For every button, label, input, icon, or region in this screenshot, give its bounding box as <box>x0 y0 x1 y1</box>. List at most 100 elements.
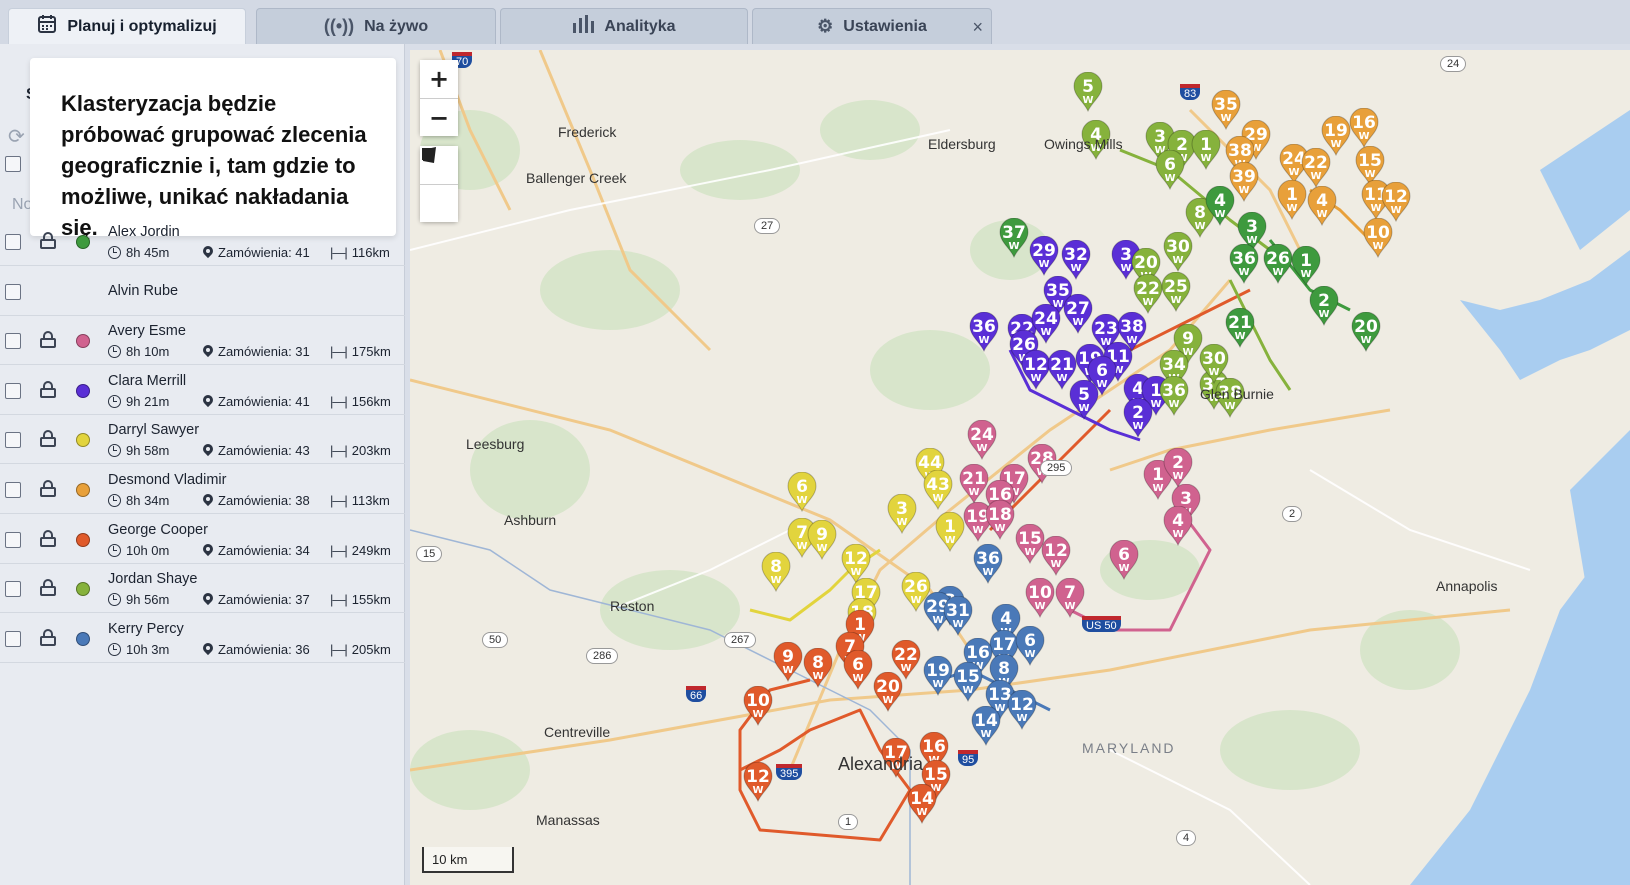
route-stop-marker[interactable]: 1W <box>1190 130 1222 170</box>
distance-value: 156km <box>351 393 391 409</box>
route-stop-marker[interactable]: 10 W <box>742 686 774 726</box>
lock-icon[interactable] <box>40 380 56 398</box>
route-stop-marker[interactable]: 36 W <box>972 544 1004 584</box>
zoom-out-button[interactable]: − <box>420 98 458 136</box>
driver-row[interactable]: Alex Jordin 8h 45m Zamówienia: 41 |—| 116km <box>0 216 405 266</box>
tab-plan[interactable]: Planuj i optymalizuj <box>8 8 246 44</box>
tab-settings[interactable]: ⚙ Ustawienia × <box>752 8 992 44</box>
route-stop-marker[interactable]: 8W <box>802 648 834 688</box>
route-stop-marker[interactable]: 36 W <box>968 312 1000 352</box>
marker-sub: W <box>1034 601 1046 612</box>
driver-row[interactable]: Avery Esme 8h 10m Zamówienia: 31 |—| 175km <box>0 315 405 366</box>
route-stop-marker[interactable]: 6W <box>842 650 874 690</box>
route-stop-marker[interactable]: 1W <box>1290 246 1322 286</box>
driver-checkbox[interactable] <box>5 581 21 598</box>
route-stop-marker[interactable]: 10 W <box>1362 218 1394 258</box>
route-stop-marker[interactable]: 12 W <box>742 762 774 802</box>
route-stop-marker[interactable]: 29 W <box>1028 236 1060 276</box>
route-stop-marker[interactable]: 8W <box>760 552 792 592</box>
route-stop-marker[interactable]: 2W <box>1308 286 1340 326</box>
route-stop-marker[interactable]: 4W <box>1204 186 1236 226</box>
driver-checkbox[interactable] <box>5 630 21 647</box>
route-stop-marker[interactable]: 9W <box>772 642 804 682</box>
close-icon[interactable]: × <box>972 17 983 38</box>
route-stop-marker[interactable]: 30 W <box>1198 344 1230 384</box>
driver-checkbox[interactable] <box>5 531 21 548</box>
route-stop-marker[interactable]: 12 W <box>1040 536 1072 576</box>
route-map[interactable]: 5W4W3W2W1W6W35W29W38W19W16W15W39W24W22W1… <box>410 50 1630 885</box>
driver-checkbox[interactable] <box>5 234 21 250</box>
driver-row[interactable]: Desmond Vladimir 8h 34m Zamówienia: 38 |—| 1… <box>0 464 405 514</box>
route-stop-marker[interactable]: 21 W <box>1224 308 1256 348</box>
route-stop-marker[interactable]: 31 W <box>942 596 974 636</box>
orders-value: Zamówienia: 38 <box>218 493 310 508</box>
route-stop-marker[interactable]: 12 W <box>1380 182 1412 222</box>
route-stop-marker[interactable]: 4W <box>1162 506 1194 546</box>
refresh-icon[interactable]: ⟳ <box>8 124 25 149</box>
route-stop-marker[interactable]: 1W <box>934 512 966 552</box>
route-stop-marker[interactable]: 14 W <box>906 784 938 824</box>
route-stop-marker[interactable]: 19W <box>922 656 954 696</box>
route-stop-marker[interactable]: 14 W <box>970 706 1002 746</box>
draw-rectangle-button[interactable] <box>420 148 458 222</box>
tab-live[interactable]: ((•)) Na żywo <box>256 8 496 44</box>
driver-checkbox[interactable] <box>5 333 21 350</box>
driver-orders: Zamówienia: 41 <box>203 394 310 409</box>
route-stop-marker[interactable]: 16W <box>1348 108 1380 148</box>
driver-row[interactable]: Alvin Rube <box>0 266 405 316</box>
route-stop-marker[interactable]: 1W <box>1276 180 1308 220</box>
lock-icon[interactable] <box>40 331 56 349</box>
driver-distance: |—| 113km <box>330 493 390 508</box>
lock-icon[interactable] <box>40 480 56 497</box>
route-stop-marker[interactable]: 15 W <box>952 662 984 702</box>
route-stop-marker[interactable]: 25 W <box>1160 272 1192 312</box>
marker-sub: W <box>816 543 828 554</box>
route-stop-marker[interactable]: 5W <box>1072 72 1104 112</box>
marker-sub: W <box>952 619 964 630</box>
route-stop-marker[interactable]: 6W <box>786 472 818 512</box>
route-stop-marker[interactable]: 4W <box>1306 186 1338 226</box>
route-stop-marker[interactable]: 2W <box>1162 448 1194 488</box>
route-stop-marker[interactable]: 36 W <box>1228 244 1260 284</box>
driver-row[interactable]: George Cooper 10h 0m Zamówienia: 34 |—| 249k… <box>0 514 405 564</box>
lock-icon[interactable] <box>40 232 56 249</box>
route-stop-marker[interactable]: 6W <box>1154 150 1186 190</box>
select-all-checkbox[interactable] <box>5 156 21 172</box>
lock-icon[interactable] <box>40 628 56 646</box>
route-stop-marker[interactable]: 7W <box>1054 578 1086 618</box>
route-stop-marker[interactable]: 5W <box>1068 380 1100 420</box>
route-stop-marker[interactable]: 30 W <box>1162 232 1194 272</box>
driver-row[interactable]: Darryl Sawyer 9h 58m Zamówienia: 43 |—| 203k… <box>0 414 405 465</box>
route-stop-marker[interactable]: 32 W <box>1060 240 1092 280</box>
route-stop-marker[interactable]: 10 W <box>1024 578 1056 618</box>
zoom-in-button[interactable]: + <box>420 60 458 98</box>
lock-icon[interactable] <box>40 430 56 448</box>
driver-checkbox[interactable] <box>5 283 21 300</box>
route-stop-marker[interactable]: 2W <box>1122 398 1154 438</box>
route-stop-marker[interactable]: 36 W <box>1158 376 1190 416</box>
route-stop-marker[interactable]: 9W <box>806 520 838 560</box>
lock-icon[interactable] <box>40 529 56 547</box>
driver-checkbox[interactable] <box>5 432 21 449</box>
route-stop-marker[interactable]: 3W <box>886 494 918 534</box>
route-stop-marker[interactable]: 18W <box>984 500 1016 540</box>
driver-time: 9h 21m <box>108 394 169 409</box>
lock-icon[interactable] <box>40 579 56 597</box>
tab-analytics[interactable]: Analityka <box>500 8 748 44</box>
route-stop-marker[interactable]: 24 W <box>966 420 998 460</box>
route-stop-marker[interactable]: 12 W <box>1006 690 1038 730</box>
route-stop-marker[interactable]: 37 W <box>998 218 1030 258</box>
driver-row[interactable]: Jordan Shaye 9h 56m Zamówienia: 37 |—| 155km <box>0 563 405 614</box>
marker-number: 18 <box>988 505 1012 525</box>
driver-row[interactable]: Kerry Percy 10h 3m Zamówienia: 36 |—| 205km <box>0 613 405 663</box>
route-stop-marker[interactable]: 6W <box>1108 540 1140 580</box>
route-stop-marker[interactable]: 20W <box>872 672 904 712</box>
route-stop-marker[interactable]: 20W <box>1350 312 1382 352</box>
route-stop-marker[interactable]: 43 W <box>922 470 954 510</box>
driver-time: 8h 45m <box>108 245 169 260</box>
driver-checkbox[interactable] <box>5 382 21 399</box>
route-stop-marker[interactable]: 35 W <box>1210 90 1242 130</box>
marker-number: 14 <box>910 789 934 809</box>
driver-row[interactable]: Clara Merrill 9h 21m Zamówienia: 41 |—| 156k… <box>0 365 405 415</box>
driver-checkbox[interactable] <box>5 482 21 498</box>
